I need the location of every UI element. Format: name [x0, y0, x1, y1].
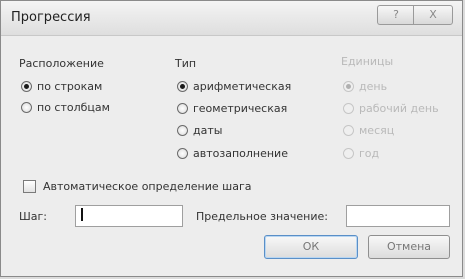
dialog-title: Прогрессия	[11, 10, 91, 25]
radio-arithmetic-button[interactable]	[177, 81, 188, 92]
type-group-label: Тип	[175, 57, 197, 70]
title-bar: Прогрессия ? X	[1, 1, 462, 36]
radio-workday-label: рабочий день	[359, 102, 439, 115]
radio-arithmetic-label: арифметическая	[193, 80, 292, 93]
limit-label: Предельное значение:	[196, 210, 328, 223]
auto-step-label: Автоматическое определение шага	[43, 180, 252, 193]
radio-month-button	[343, 125, 354, 136]
radio-month-label: месяц	[359, 124, 395, 137]
radio-autofill-button[interactable]	[177, 148, 188, 159]
radio-geometric-label: геометрическая	[193, 102, 288, 115]
radio-year-label: год	[359, 147, 380, 160]
step-input[interactable]	[75, 205, 183, 227]
radio-by-rows-label: по строкам	[37, 80, 103, 93]
step-label: Шаг:	[19, 210, 47, 223]
close-button[interactable]: X	[413, 5, 453, 25]
location-group-label: Расположение	[19, 57, 104, 70]
radio-by-rows-button[interactable]	[21, 81, 32, 92]
radio-day-button	[343, 81, 354, 92]
radio-by-columns-label: по столбцам	[37, 101, 110, 114]
radio-autofill-label: автозаполнение	[193, 147, 288, 160]
help-button[interactable]: ?	[377, 5, 414, 25]
cancel-button[interactable]: Отмена	[368, 235, 450, 259]
radio-geometric-button[interactable]	[177, 103, 188, 114]
radio-day-label: день	[359, 80, 388, 93]
ok-button[interactable]: ОК	[264, 235, 358, 259]
radio-dates-button[interactable]	[177, 125, 188, 136]
auto-step-checkbox[interactable]	[23, 180, 36, 193]
radio-by-columns-button[interactable]	[21, 102, 32, 113]
units-group-label: Единицы	[341, 55, 394, 68]
radio-workday-button	[343, 103, 354, 114]
radio-dates-label: даты	[193, 124, 223, 137]
progression-dialog: Прогрессия ? X Расположение по строкам п…	[0, 0, 463, 277]
radio-year-button	[343, 148, 354, 159]
text-cursor	[81, 208, 83, 221]
limit-input[interactable]	[346, 205, 450, 227]
dialog-content: Расположение по строкам по столбцам Тип …	[1, 36, 462, 276]
